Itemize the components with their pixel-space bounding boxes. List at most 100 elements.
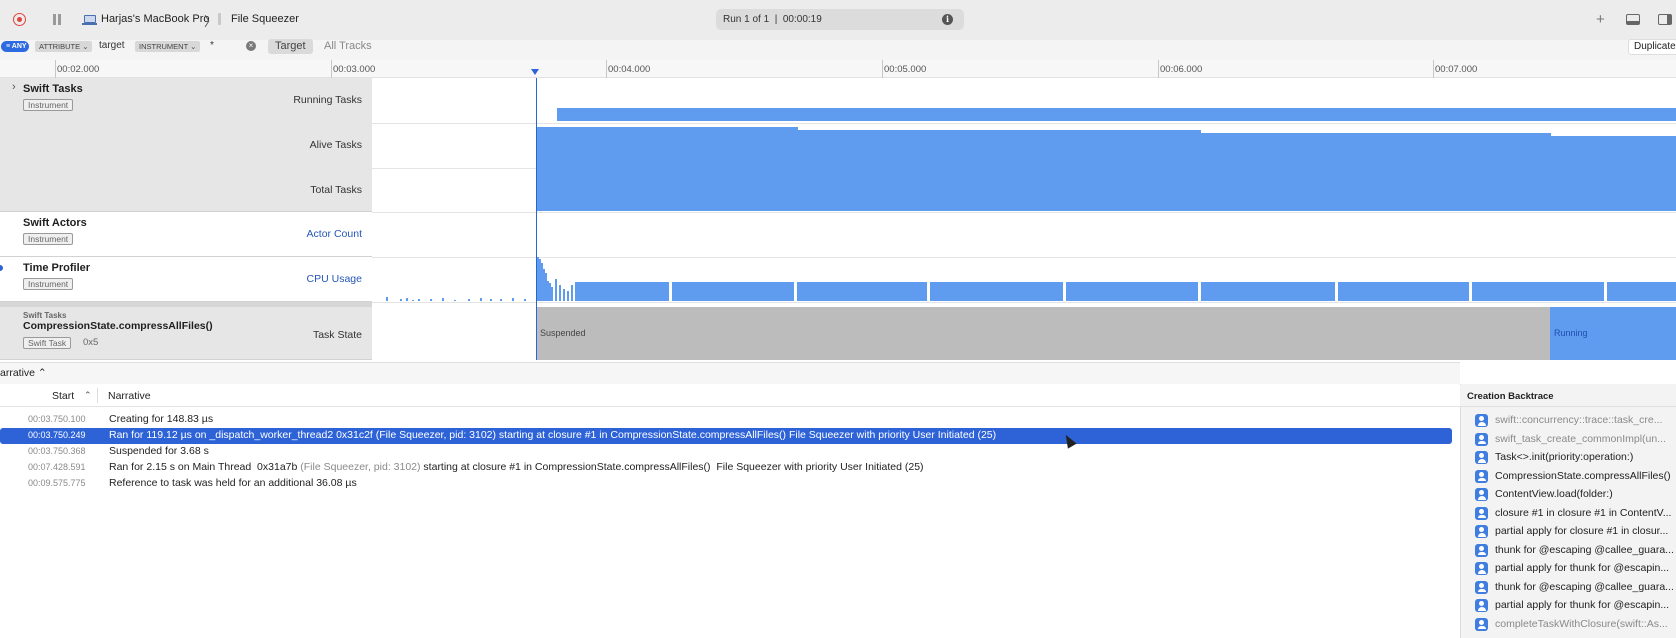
plus-icon[interactable]: + xyxy=(1596,11,1605,28)
cpu-usage-bar xyxy=(539,259,541,301)
disclosure-chevron-icon[interactable]: › xyxy=(12,81,16,93)
task-state-suspended-bar[interactable] xyxy=(536,307,1550,360)
backtrace-title: Creation Backtrace xyxy=(1467,391,1554,402)
backtrace-frame[interactable]: CompressionState.compressAllFiles() xyxy=(1475,468,1676,484)
ruler-tick-label: 00:07.000 xyxy=(1435,64,1478,75)
cpu-usage-bar xyxy=(547,281,549,301)
cpu-usage-bar xyxy=(468,299,470,301)
cpu-usage-bar xyxy=(400,299,402,301)
backtrace-frame[interactable]: closure #1 in closure #1 in ContentV... xyxy=(1475,505,1676,521)
row-label-running-tasks: Running Tasks xyxy=(293,94,362,106)
cpu-usage-bar xyxy=(575,282,669,301)
filter-attribute-token[interactable]: ATTRIBUTE ⌄ xyxy=(35,41,93,52)
cpu-usage-bar xyxy=(1607,282,1676,301)
track-plot-area[interactable]: Suspended Running xyxy=(372,78,1676,360)
backtrace-frame[interactable]: thunk for @escaping @callee_guara... xyxy=(1475,579,1676,595)
info-icon[interactable]: i xyxy=(942,14,953,25)
filter-any-toggle[interactable]: ≡ ANY xyxy=(1,41,29,52)
backtrace-frame[interactable]: partial apply for thunk for @escapin... xyxy=(1475,560,1676,576)
laptop-icon xyxy=(82,15,97,25)
column-header-narrative[interactable]: Narrative xyxy=(108,390,151,402)
duplicate-button[interactable]: Duplicate xyxy=(1628,39,1676,55)
backtrace-frame[interactable]: completeTaskWithClosure(swift::As... xyxy=(1475,616,1676,632)
cpu-usage-bar xyxy=(930,282,1063,301)
cpu-usage-bar xyxy=(567,291,569,301)
filter-instrument-value[interactable]: * xyxy=(210,40,214,51)
backtrace-frame[interactable]: partial apply for thunk for @escapin... xyxy=(1475,597,1676,613)
cpu-usage-bar xyxy=(442,298,444,301)
cpu-usage-bar xyxy=(537,257,539,301)
track-name: Time Profiler xyxy=(23,262,91,274)
ruler-tick xyxy=(882,60,883,78)
table-row[interactable]: 00:09.575.775 Reference to task was held… xyxy=(0,476,1460,492)
task-lane[interactable]: Swift Tasks CompressionState.compressAll… xyxy=(0,307,372,360)
backtrace-frame[interactable]: Task<>.init(priority:operation:) xyxy=(1475,449,1676,465)
ruler-tick-label: 00:04.000 xyxy=(608,64,651,75)
row-narrative: Reference to task was held for an additi… xyxy=(109,477,357,489)
backtrace-frame-label: closure #1 in closure #1 in ContentV... xyxy=(1495,506,1672,519)
bottom-panel-icon[interactable] xyxy=(1626,14,1640,25)
instrument-badge: Instrument xyxy=(23,278,74,290)
backtrace-frame-label: completeTaskWithClosure(swift::As... xyxy=(1495,617,1668,630)
playhead-handle-icon[interactable] xyxy=(531,69,539,75)
row-narrative: Suspended for 3.68 s xyxy=(109,445,209,457)
cpu-usage-bar xyxy=(430,299,432,301)
track-time-profiler[interactable]: Time Profiler Instrument CPU Usage xyxy=(0,257,372,302)
user-frame-icon xyxy=(1475,543,1488,557)
record-icon[interactable] xyxy=(13,13,26,26)
instruments-window: Harjas's MacBook Pro 〉 File Squeezer Run… xyxy=(0,0,1676,638)
user-frame-icon xyxy=(1475,617,1488,631)
table-row-selected[interactable]: 00:03.750.249 Ran for 119.12 µs on _disp… xyxy=(0,428,1452,444)
task-category: Swift Tasks xyxy=(23,311,67,320)
side-panel-icon[interactable] xyxy=(1658,14,1672,25)
track-swift-actors[interactable]: Swift Actors Instrument Actor Count xyxy=(0,212,372,257)
target-app-selector[interactable]: File Squeezer xyxy=(231,13,299,25)
table-row[interactable]: 00:03.750.368 Suspended for 3.68 s xyxy=(0,444,1460,460)
row-narrative: Ran for 2.15 s on Main Thread 0x31a7b (F… xyxy=(109,461,924,473)
user-frame-icon xyxy=(1475,580,1488,594)
backtrace-frame[interactable]: swift_task_create_commonImpl(un... xyxy=(1475,431,1676,447)
timeline-ruler[interactable]: 00:02.000 00:03.000 00:04.000 00:05.000 … xyxy=(0,60,1676,78)
detail-view-picker[interactable]: arrative ⌃ xyxy=(0,367,47,379)
user-frame-icon xyxy=(1475,432,1488,446)
backtrace-frame-label: swift_task_create_commonImpl(un... xyxy=(1495,432,1666,445)
user-frame-icon xyxy=(1475,599,1488,612)
ruler-tick-label: 00:03.000 xyxy=(333,64,376,75)
backtrace-frame[interactable]: partial apply for closure #1 in closur..… xyxy=(1475,523,1676,539)
target-button[interactable]: Target xyxy=(268,39,313,54)
row-label-task-state: Task State xyxy=(312,329,362,341)
ruler-tick-label: 00:02.000 xyxy=(57,64,100,75)
ruler-tick-label: 00:06.000 xyxy=(1160,64,1203,75)
track-swift-tasks[interactable]: › Swift Tasks Instrument Running Tasks A… xyxy=(0,78,372,212)
table-row[interactable]: 00:03.750.100 Creating for 148.83 µs xyxy=(0,412,1460,428)
backtrace-frame-label: partial apply for closure #1 in closur..… xyxy=(1495,525,1669,537)
column-separator[interactable] xyxy=(97,388,98,403)
table-row[interactable]: 00:07.428.591 Ran for 2.15 s on Main Thr… xyxy=(0,460,1460,476)
user-frame-icon xyxy=(1475,525,1488,538)
device-selector[interactable]: Harjas's MacBook Pro xyxy=(101,13,209,25)
backtrace-frame-label: partial apply for thunk for @escapin... xyxy=(1495,562,1670,574)
backtrace-frame-label: thunk for @escaping @callee_guara... xyxy=(1495,543,1674,556)
clear-filter-icon[interactable]: × xyxy=(246,41,256,51)
detail-view-picker-bar xyxy=(0,362,1460,384)
backtrace-frame[interactable]: ContentView.load(folder:) xyxy=(1475,486,1676,502)
cpu-usage-bar xyxy=(454,300,456,301)
track-labels-pane: › Swift Tasks Instrument Running Tasks A… xyxy=(0,78,1676,360)
user-frame-icon xyxy=(1475,451,1488,464)
backtrace-frame[interactable]: swift::concurrency::trace::task_cre... xyxy=(1475,412,1676,428)
filter-attribute-value[interactable]: target xyxy=(99,40,125,51)
instrument-badge: Instrument xyxy=(23,233,74,245)
backtrace-frame[interactable]: thunk for @escaping @callee_guara... xyxy=(1475,542,1676,558)
cpu-usage-bar xyxy=(563,289,565,301)
backtrace-frame-label: swift::concurrency::trace::task_cre... xyxy=(1495,414,1663,426)
cpu-usage-graph xyxy=(386,257,1676,301)
cpu-usage-bar xyxy=(412,300,414,301)
filter-instrument-token[interactable]: INSTRUMENT ⌄ xyxy=(135,41,201,52)
column-header-start[interactable]: Start xyxy=(52,390,74,402)
task-name: CompressionState.compressAllFiles() xyxy=(23,320,213,332)
all-tracks-button[interactable]: All Tracks xyxy=(324,40,372,52)
pause-icon[interactable] xyxy=(53,14,62,25)
breadcrumb-separator: 〉 xyxy=(204,14,218,29)
track-graphs[interactable]: Suspended Running xyxy=(372,78,1676,360)
sort-ascending-icon[interactable]: ⌃ xyxy=(84,390,92,401)
